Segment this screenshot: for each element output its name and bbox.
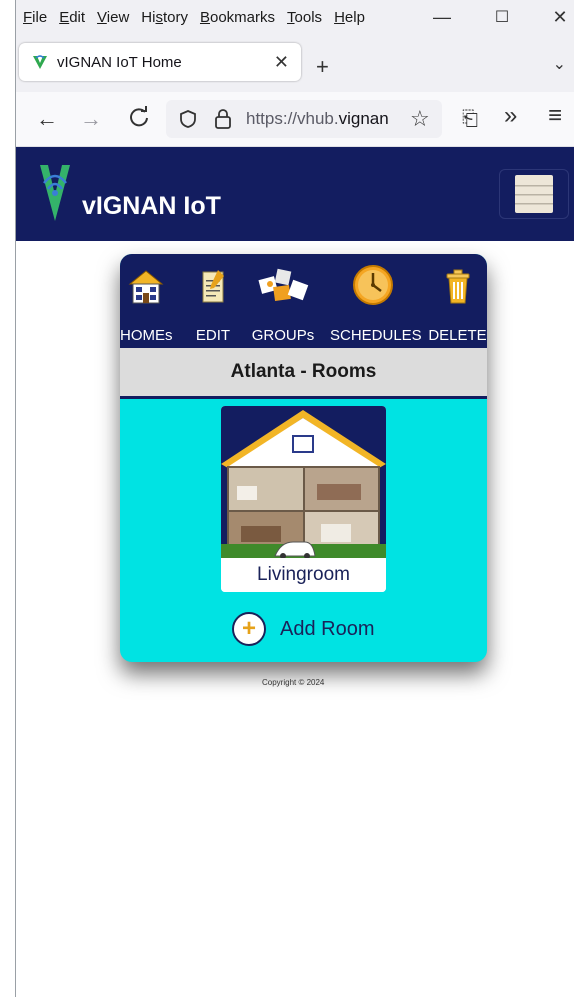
menu-tools[interactable]: Tools xyxy=(287,9,322,26)
room-house-image xyxy=(221,406,386,558)
house-icon xyxy=(128,270,164,304)
url-prefix: https://vhub. xyxy=(246,109,339,128)
hamburger-menu-button[interactable] xyxy=(499,169,569,219)
tab-vignan-home[interactable]: vIGNAN IoT Home ✕ xyxy=(19,43,301,81)
schedules-button[interactable]: SCHEDULES xyxy=(330,254,422,348)
delete-label: DELETE xyxy=(428,327,487,344)
menu-view[interactable]: View xyxy=(97,9,129,26)
vignan-favicon-icon xyxy=(33,55,47,69)
lock-icon[interactable] xyxy=(214,108,232,130)
groups-button[interactable]: GROUPs xyxy=(248,254,318,348)
menu-history[interactable]: History xyxy=(141,9,188,26)
section-title-bar: Atlanta - Rooms xyxy=(120,348,487,399)
groups-label: GROUPs xyxy=(251,327,315,344)
vignan-logo-icon[interactable] xyxy=(38,161,72,225)
hamburger-icon xyxy=(515,175,553,213)
shield-icon[interactable] xyxy=(178,109,198,129)
extensions-icon[interactable]: ⎗ xyxy=(462,106,478,132)
notepad-icon xyxy=(202,270,224,303)
app-toolbar: HOMEs EDIT GROUPs SCHEDULES DELETE xyxy=(120,254,487,348)
puzzle-pieces-icon xyxy=(258,268,309,302)
homes-button[interactable]: HOMEs xyxy=(120,254,173,348)
overflow-menu-icon[interactable]: » xyxy=(504,103,517,129)
maximize-button[interactable]: ☐ xyxy=(478,0,526,34)
navigation-toolbar: ← → https://vhub.vignani ☆ ⎗ » ≡ xyxy=(16,92,574,147)
add-room-label[interactable]: Add Room xyxy=(280,618,375,641)
homes-label: HOMEs xyxy=(120,327,173,344)
menu-edit[interactable]: Edit xyxy=(59,9,85,26)
bookmark-star-icon[interactable]: ☆ xyxy=(410,106,430,132)
browser-window: File Edit View History Bookmarks Tools H… xyxy=(0,0,574,997)
trash-icon xyxy=(446,269,469,304)
url-domain: vignani xyxy=(338,109,388,128)
tab-list-button[interactable]: ⌄ xyxy=(553,54,566,74)
edit-label: EDIT xyxy=(195,327,231,344)
back-button[interactable]: ← xyxy=(36,106,58,132)
menu-bar: File Edit View History Bookmarks Tools H… xyxy=(16,0,574,34)
menu-help[interactable]: Help xyxy=(334,9,365,26)
room-name: Livingroom xyxy=(221,558,386,592)
schedules-label: SCHEDULES xyxy=(330,327,422,344)
add-room-plus-icon[interactable]: + xyxy=(232,612,266,646)
new-tab-button[interactable]: + xyxy=(316,54,329,80)
tab-strip: vIGNAN IoT Home ✕ + ⌄ xyxy=(16,34,574,92)
delete-button[interactable]: DELETE xyxy=(428,254,487,348)
menu-file[interactable]: File xyxy=(23,9,47,26)
minimize-button[interactable]: — xyxy=(418,0,466,34)
menu-bookmarks[interactable]: Bookmarks xyxy=(200,9,275,26)
tab-close-icon[interactable]: ✕ xyxy=(274,52,289,73)
url-text[interactable]: https://vhub.vignani xyxy=(246,109,388,129)
copyright-text: Copyright © 2024 xyxy=(262,678,325,687)
brand-name[interactable]: vIGNAN IoT xyxy=(82,192,221,221)
add-room-button[interactable]: + Add Room xyxy=(232,611,375,647)
edit-button[interactable]: EDIT xyxy=(184,254,242,348)
reload-icon xyxy=(130,106,148,127)
rooms-panel: HOMEs EDIT GROUPs SCHEDULES DELETE Atlan… xyxy=(120,254,487,662)
forward-button[interactable]: → xyxy=(80,106,102,132)
reload-button[interactable] xyxy=(128,106,150,134)
address-bar[interactable]: https://vhub.vignani ☆ xyxy=(166,100,442,138)
tab-title: vIGNAN IoT Home xyxy=(57,53,182,71)
section-title: Atlanta - Rooms xyxy=(230,361,377,382)
site-header: vIGNAN IoT xyxy=(16,147,574,241)
clock-icon xyxy=(353,265,393,305)
close-window-button[interactable]: ✕ xyxy=(536,0,574,34)
room-tile-livingroom[interactable]: Livingroom xyxy=(221,406,386,592)
app-menu-icon[interactable]: ≡ xyxy=(548,103,562,129)
